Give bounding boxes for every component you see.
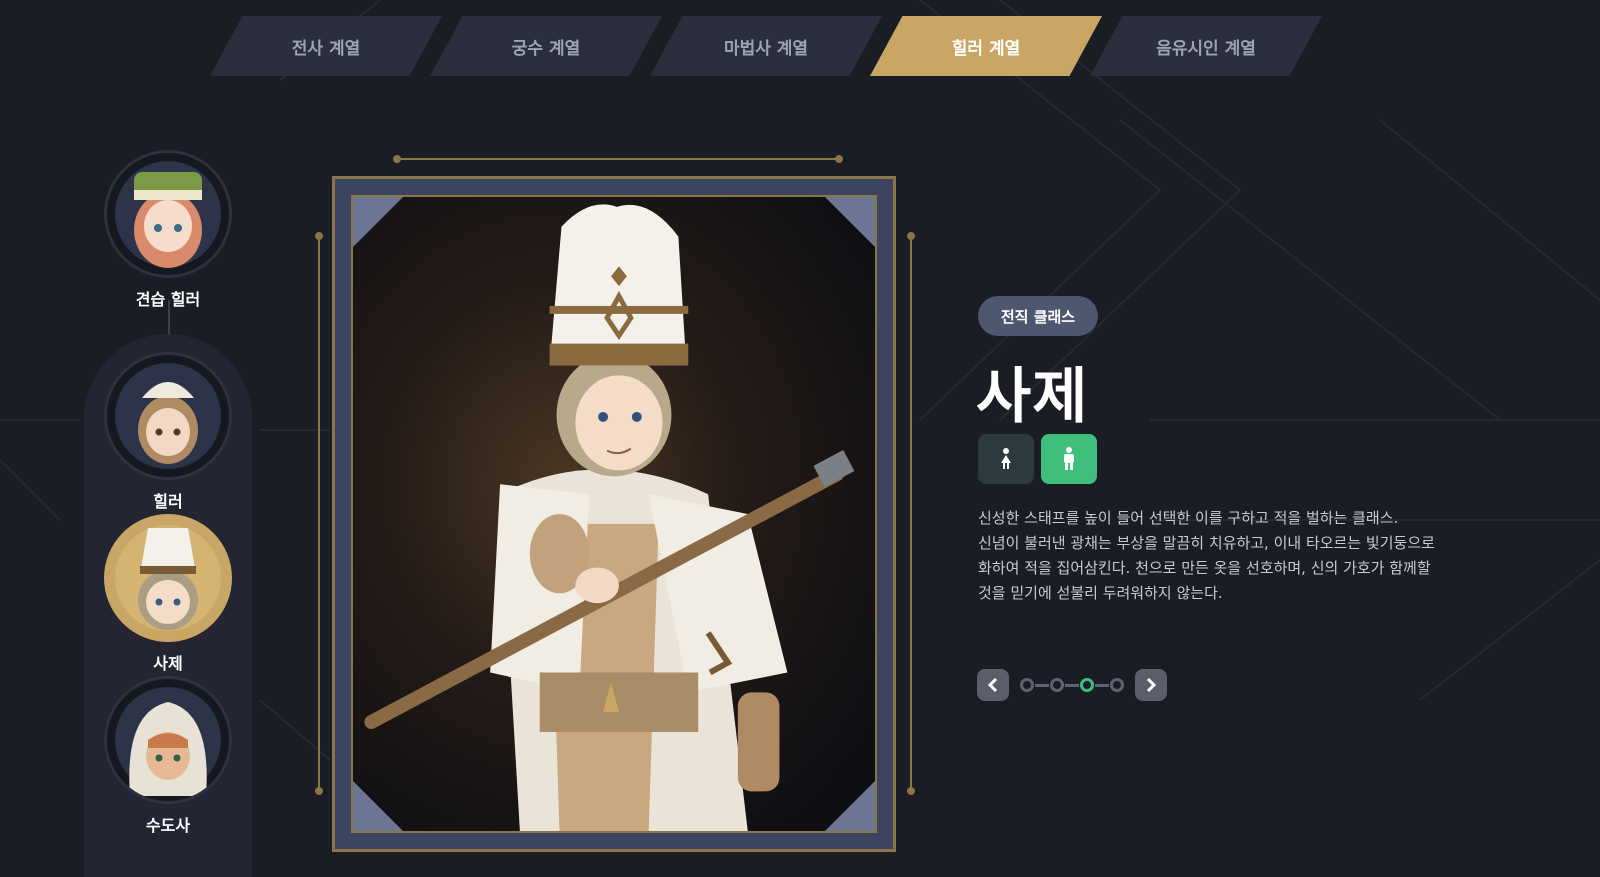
pager-dot[interactable]	[1020, 678, 1034, 692]
monk-avatar	[129, 702, 207, 796]
class-node-apprentice-healer[interactable]: 견습 힐러	[93, 150, 243, 310]
priest-avatar	[138, 528, 198, 630]
male-toggle-button[interactable]	[1041, 434, 1097, 484]
priest-portrait	[104, 514, 232, 642]
apprentice-healer-avatar	[134, 172, 202, 268]
prev-button[interactable]	[977, 669, 1009, 701]
priest-character-illustration	[364, 204, 855, 831]
pager-dot[interactable]	[1110, 678, 1124, 692]
next-button[interactable]	[1135, 669, 1167, 701]
description-line: 것을 믿기에 섣불리 두려워하지 않는다.	[978, 584, 1223, 602]
tab-bard[interactable]: 음유시인 계열	[1090, 16, 1322, 76]
class-title: 사제	[976, 362, 1089, 432]
class-node-monk[interactable]: 수도사	[93, 676, 243, 836]
healer-portrait	[104, 352, 232, 480]
character-illustration-area	[351, 195, 877, 833]
description-line: 신성한 스태프를 높이 들어 선택한 이를 구하고 적을 벌하는 클래스.	[978, 509, 1399, 527]
tab-archer[interactable]: 궁수 계열	[430, 16, 662, 76]
male-icon	[1064, 447, 1074, 470]
frame-ornament-right	[907, 232, 915, 795]
pager-dash	[1095, 683, 1109, 687]
frame-ornament-top	[393, 155, 843, 163]
class-pager	[977, 668, 1167, 702]
description-line: 신념이 불러낸 광채는 부상을 말끔히 치유하고, 이내 타오르는 빛기둥으로	[978, 534, 1435, 552]
description-line: 화하여 적을 집어삼킨다. 천으로 만든 옷을 선호하며, 신의 가호가 함께할	[978, 559, 1431, 577]
class-label: 힐러	[153, 492, 183, 511]
healer-avatar	[138, 382, 198, 464]
tab-warrior[interactable]: 전사 계열	[210, 16, 442, 76]
class-type-badge: 전직 클래스	[978, 296, 1098, 336]
monk-portrait	[104, 676, 232, 804]
pager-dot-active[interactable]	[1080, 678, 1094, 692]
pager-dash	[1035, 683, 1049, 687]
class-description: 신성한 스태프를 높이 들어 선택한 이를 구하고 적을 벌하는 클래스. 신념…	[978, 506, 1478, 606]
tab-healer[interactable]: 힐러 계열	[870, 16, 1102, 76]
chevron-left-icon	[987, 677, 998, 693]
apprentice-healer-portrait	[104, 150, 232, 278]
class-label: 사제	[153, 654, 183, 673]
class-label: 수도사	[145, 816, 191, 835]
frame-ornament-left	[315, 232, 323, 795]
class-node-healer[interactable]: 힐러	[93, 352, 243, 512]
female-toggle-button[interactable]	[978, 434, 1034, 484]
chevron-right-icon	[1146, 677, 1157, 693]
class-node-priest[interactable]: 사제	[93, 514, 243, 674]
tab-mage[interactable]: 마법사 계열	[650, 16, 882, 76]
character-frame	[332, 176, 896, 852]
pager-dot[interactable]	[1050, 678, 1064, 692]
pager-dash	[1065, 683, 1079, 687]
class-label: 견습 힐러	[135, 290, 201, 309]
female-icon	[1001, 448, 1011, 469]
